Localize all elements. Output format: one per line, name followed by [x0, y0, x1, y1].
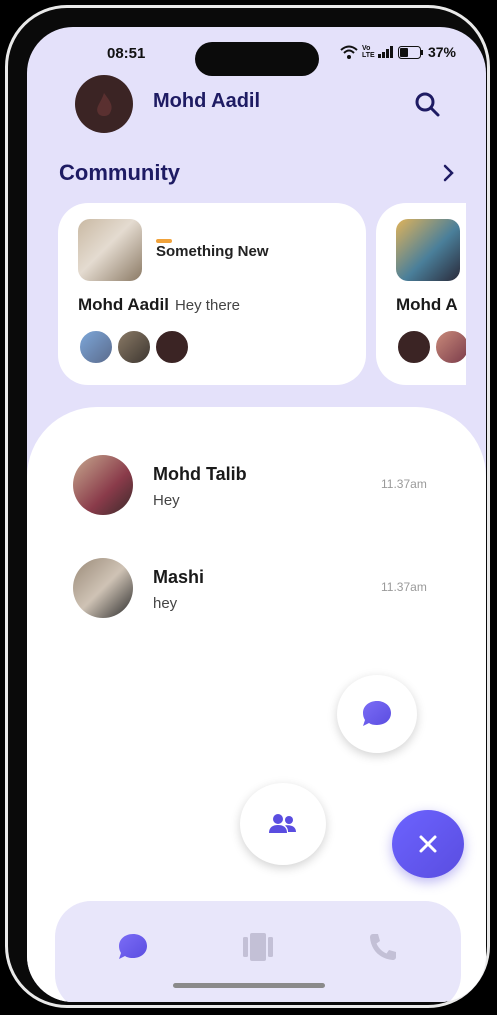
- member-avatar: [434, 329, 466, 365]
- status-time: 08:51: [107, 45, 146, 62]
- phone-icon: [370, 934, 396, 960]
- chat-avatar: [73, 558, 133, 618]
- chat-bubble-icon: [119, 934, 147, 959]
- chat-name: Mashi: [153, 567, 205, 587]
- chat-last-message: Hey: [153, 492, 180, 509]
- chat-list-item[interactable]: Mohd Talib Hey 11.37am: [27, 437, 486, 517]
- group-icon: [269, 814, 296, 833]
- battery-icon: [397, 45, 423, 59]
- close-icon: [419, 835, 437, 853]
- chat-name: Mohd Talib: [153, 464, 247, 484]
- card-author: Mohd Aadil Hey there: [78, 295, 240, 315]
- community-thumbnail: [396, 219, 460, 281]
- nav-stories-tab[interactable]: [238, 929, 278, 965]
- community-thumbnail: [78, 219, 142, 281]
- member-avatar: [396, 329, 432, 365]
- phone-frame: 08:51 Vo LTE 37% Mohd Aadil Community So…: [5, 5, 490, 1008]
- header-username: Mohd Aadil: [153, 90, 261, 112]
- member-avatar: [154, 329, 190, 365]
- member-avatar: [116, 329, 152, 365]
- chevron-right-icon[interactable]: [437, 162, 459, 184]
- search-icon[interactable]: [413, 90, 441, 118]
- nav-calls-tab[interactable]: [363, 929, 403, 965]
- flame-logo-icon: [97, 93, 112, 116]
- new-chat-button[interactable]: [337, 675, 417, 753]
- new-group-button[interactable]: [240, 783, 326, 865]
- network-label: Vo LTE: [361, 45, 375, 59]
- chat-last-message: hey: [153, 595, 178, 612]
- carousel-icon: [243, 933, 273, 961]
- chat-time: 11.37am: [381, 580, 427, 594]
- home-indicator[interactable]: [173, 983, 325, 988]
- member-avatar: [78, 329, 114, 365]
- community-card[interactable]: Something New Mohd Aadil Hey there: [58, 203, 366, 385]
- community-card[interactable]: Mohd A: [376, 203, 466, 385]
- card-message: Hey there: [174, 297, 241, 314]
- wifi-icon: [340, 45, 358, 59]
- dynamic-island: [195, 42, 319, 76]
- nav-chats-tab[interactable]: [113, 929, 153, 965]
- app-screen: 08:51 Vo LTE 37% Mohd Aadil Community So…: [27, 27, 486, 1002]
- community-title: Community: [59, 160, 180, 185]
- battery-percent: 37%: [427, 44, 456, 60]
- profile-avatar[interactable]: [75, 75, 133, 133]
- community-tag: Something New: [156, 243, 269, 260]
- chat-time: 11.37am: [381, 477, 427, 491]
- signal-icon: [377, 46, 393, 58]
- close-menu-button[interactable]: [392, 810, 464, 878]
- chat-list-item[interactable]: Mashi hey 11.37am: [27, 540, 486, 620]
- status-indicators: Vo LTE 37%: [340, 44, 456, 60]
- card-author-name: Mohd Aadil: [78, 295, 169, 314]
- chat-avatar: [73, 455, 133, 515]
- chat-bubble-icon: [363, 701, 391, 726]
- card-author-name: Mohd A: [396, 295, 458, 314]
